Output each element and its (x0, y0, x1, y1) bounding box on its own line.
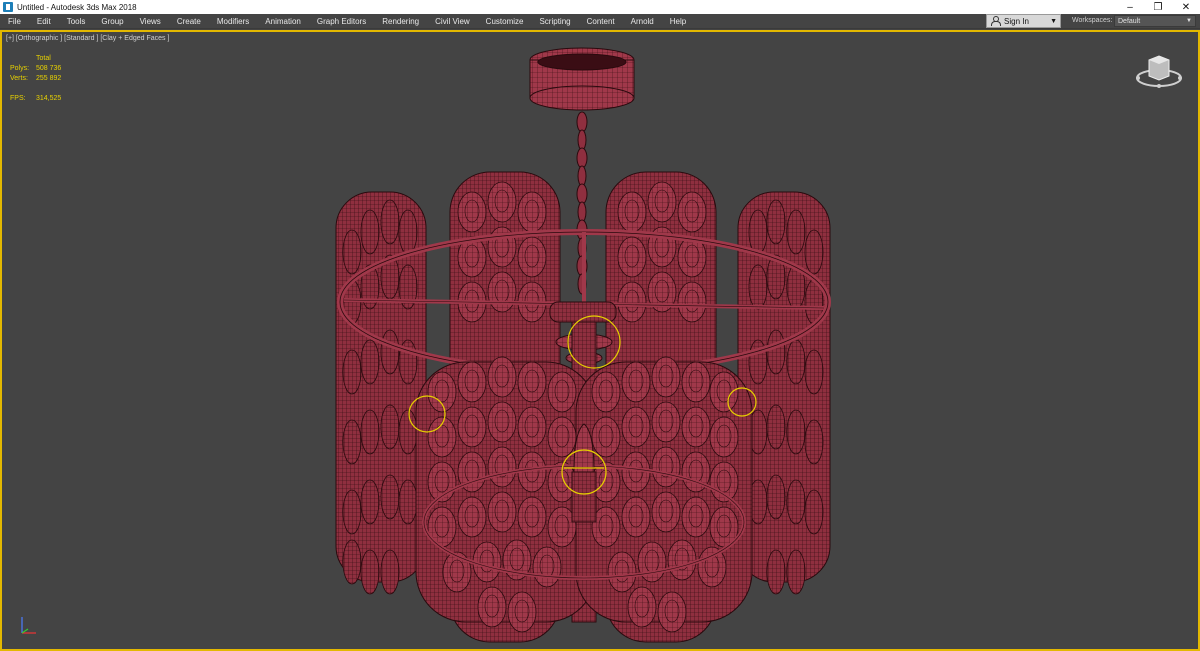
menu-civil-view[interactable]: Civil View (427, 14, 478, 29)
3dsmax-app-icon (3, 2, 13, 12)
window-controls: – ❐ ✕ (1116, 0, 1200, 14)
polys-label: Polys: (10, 65, 30, 72)
menu-edit[interactable]: Edit (29, 14, 59, 29)
workspaces-label: Workspaces: (1072, 17, 1113, 24)
menu-graph-editors[interactable]: Graph Editors (309, 14, 374, 29)
verts-value: 255 892 (36, 75, 62, 82)
menu-content[interactable]: Content (579, 14, 623, 29)
fps-label: FPS: (10, 95, 26, 102)
menu-rendering[interactable]: Rendering (374, 14, 427, 29)
menu-animation[interactable]: Animation (257, 14, 309, 29)
verts-label: Verts: (10, 75, 28, 82)
viewport-statistics: Total Polys: 508 736 Verts: 255 892 FPS:… (10, 54, 61, 104)
polys-value: 508 736 (36, 65, 62, 72)
viewcube-icon[interactable] (1134, 50, 1184, 90)
menu-scripting[interactable]: Scripting (531, 14, 578, 29)
menu-customize[interactable]: Customize (478, 14, 532, 29)
sign-in-label: Sign In (1004, 16, 1029, 26)
menu-views[interactable]: Views (132, 14, 169, 29)
menu-tools[interactable]: Tools (59, 14, 94, 29)
menu-file[interactable]: File (0, 14, 29, 29)
menu-modifiers[interactable]: Modifiers (209, 14, 257, 29)
axis-tripod-icon (21, 617, 36, 634)
workspaces-value: Default (1118, 18, 1141, 25)
sign-in-dropdown[interactable]: Sign In ▼ (986, 14, 1061, 28)
window-title: Untitled - Autodesk 3ds Max 2018 (17, 2, 137, 12)
minimize-button[interactable]: – (1116, 0, 1144, 14)
chevron-down-icon: ▼ (1050, 17, 1057, 25)
fps-value: 314,525 (36, 95, 62, 102)
chevron-down-icon: ▼ (1186, 18, 1192, 24)
chandelier-model[interactable] (2, 32, 1198, 649)
perspective-viewport[interactable]: [+] [Orthographic ] [Standard ] [Clay + … (0, 30, 1200, 651)
restore-button[interactable]: ❐ (1144, 0, 1172, 14)
viewport-label[interactable]: [+] [Orthographic ] [Standard ] [Clay + … (6, 35, 169, 42)
menu-create[interactable]: Create (169, 14, 209, 29)
workspaces-select[interactable]: Default ▼ (1114, 15, 1196, 27)
stats-header: Total (36, 55, 51, 62)
menu-arnold[interactable]: Arnold (623, 14, 662, 29)
menu-help[interactable]: Help (662, 14, 694, 29)
user-icon (990, 16, 1001, 26)
menu-group[interactable]: Group (93, 14, 131, 29)
close-button[interactable]: ✕ (1172, 0, 1200, 14)
title-bar: Untitled - Autodesk 3ds Max 2018 – ❐ ✕ (0, 0, 1200, 14)
